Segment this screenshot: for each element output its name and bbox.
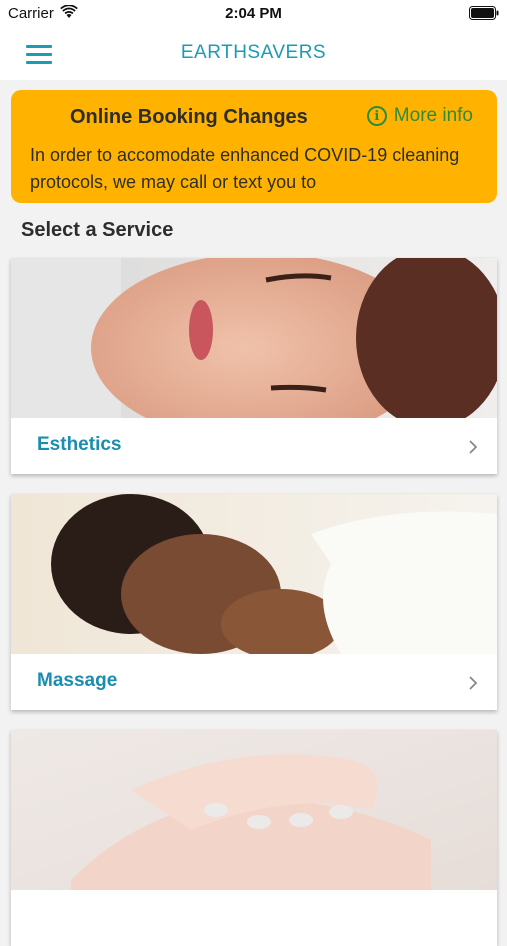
banner-title: Online Booking Changes [70,106,308,128]
service-card-massage[interactable]: Massage [11,494,497,710]
nav-bar: EARTHSAVERS [0,28,507,80]
booking-changes-banner: Online Booking Changes i More info In or… [11,90,497,203]
more-info-link[interactable]: i More info [366,105,473,127]
status-time: 2:04 PM [225,5,282,22]
more-info-label: More info [393,105,473,126]
esthetics-photo [11,258,497,418]
nails-photo [11,730,497,890]
service-label: Esthetics [37,434,122,455]
service-label: Massage [37,670,118,691]
status-bar: Carrier 2:04 PM [0,0,507,28]
chevron-right-icon [469,676,478,690]
service-card-esthetics[interactable]: Esthetics [11,258,497,474]
section-title: Select a Service [21,219,174,241]
battery-icon [469,6,499,20]
chevron-right-icon [469,440,478,454]
banner-body: In order to accomodate enhanced COVID-19… [30,145,460,192]
massage-photo [11,494,497,654]
app-title: EARTHSAVERS [180,42,327,63]
info-icon: i [366,106,387,126]
service-card-nails[interactable] [11,730,497,946]
